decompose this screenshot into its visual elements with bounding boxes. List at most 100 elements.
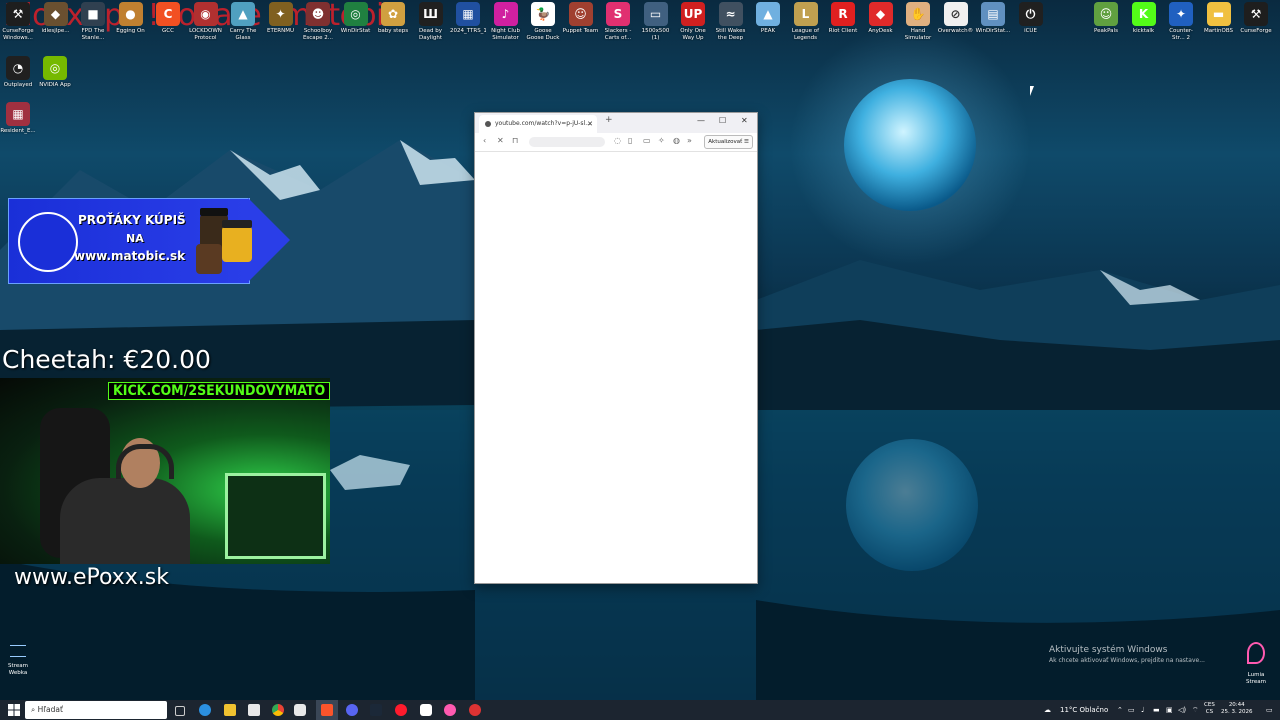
desktop-icon[interactable]: ⊘ Overwatch®: [938, 2, 974, 35]
desktop-icon[interactable]: ▦ 2024_TTRS_1: [450, 2, 486, 35]
tray-overflow-icon[interactable]: ⌃: [1117, 702, 1123, 718]
desktop-icon[interactable]: ⚒ CurseForge: [1238, 2, 1274, 35]
desktop-icon[interactable]: ✿ baby steps: [375, 2, 411, 35]
desktop-icon[interactable]: ♪ Night Club Simulator: [488, 2, 524, 41]
back-icon[interactable]: ‹: [483, 136, 486, 145]
display-icon[interactable]: ▣: [1166, 702, 1173, 718]
leo-icon[interactable]: ✧: [658, 136, 665, 145]
chrome-icon[interactable]: [272, 704, 284, 716]
clock[interactable]: 20:44 25. 3. 2026: [1221, 702, 1253, 716]
app-icon: ◉: [193, 2, 218, 26]
language-indicator[interactable]: CES CS: [1204, 702, 1215, 716]
desktop-icon[interactable]: ◆ AnyDesk: [863, 2, 899, 35]
desktop-icon-row: ⚒ CurseForge Windows... ◆ idlesjlpe... ■ FPD …: [0, 2, 1280, 48]
close-window-button[interactable]: ✕: [741, 116, 748, 125]
desktop-icon-label: AnyDesk: [868, 28, 893, 34]
desktop-icon[interactable]: ◔ Outplayed: [0, 56, 36, 89]
desktop-icon[interactable]: ⚒ CurseForge Windows...: [0, 2, 36, 41]
desktop-icon[interactable]: R Riot Client: [825, 2, 861, 35]
desktop-icon[interactable]: ▲ PEAK: [750, 2, 786, 35]
notepad-icon[interactable]: [294, 704, 306, 716]
app-icon: ✋: [906, 2, 930, 26]
desktop-icon[interactable]: ▬ MartinOBS: [1201, 2, 1237, 35]
desktop-icon-label: WinDirStat...: [975, 28, 1011, 34]
desktop-icon[interactable]: ⏻ iCUE: [1013, 2, 1049, 35]
maximize-button[interactable]: ☐: [719, 116, 726, 125]
notifications-icon[interactable]: ▭: [1266, 702, 1273, 718]
desktop-icon-label: Schoolboy Escape 2...: [302, 28, 334, 41]
more-tools-icon[interactable]: »: [687, 136, 692, 145]
minimize-button[interactable]: —: [697, 116, 705, 125]
extensions-icon[interactable]: ◌: [614, 136, 621, 145]
close-tab-icon[interactable]: ✕: [587, 115, 593, 133]
app-icon: ◎: [343, 2, 368, 26]
desktop-icon-lumia-stream[interactable]: Lumia Stream: [1240, 642, 1272, 686]
desktop-icon[interactable]: ☺ PeakPals: [1088, 2, 1124, 35]
desktop-icon-label: Hand Simulator: [904, 28, 932, 41]
mic-icon[interactable]: ♩: [1141, 702, 1144, 718]
obs-icon[interactable]: [420, 704, 432, 716]
volume-icon[interactable]: ◁): [1178, 702, 1186, 718]
file-explorer-icon[interactable]: [224, 704, 236, 716]
stop-icon[interactable]: ✕: [497, 136, 504, 145]
desktop-icon[interactable]: Ш Dead by Daylight: [413, 2, 449, 41]
desktop-icon-stream-webka[interactable]: Stream Webka: [6, 645, 30, 677]
desktop-icon[interactable]: ◎ WinDirStat: [338, 2, 374, 35]
windows-start-icon[interactable]: [8, 704, 20, 716]
address-bar[interactable]: [529, 137, 605, 147]
desktop-icon[interactable]: ✦ ETERNMU: [263, 2, 299, 35]
desktop-icon[interactable]: ◆ idlesjlpe...: [38, 2, 74, 35]
wifi-icon[interactable]: ⌔: [1192, 702, 1199, 718]
weather-icon[interactable]: ☁: [1044, 702, 1051, 718]
desktop-icon[interactable]: ☺ Puppet Team: [563, 2, 599, 35]
weather-text[interactable]: 11°C Oblačno: [1060, 702, 1108, 718]
desktop-icon[interactable]: ▲ Carry The Glass: [225, 2, 261, 41]
edge-icon[interactable]: [199, 704, 211, 716]
desktop-icon[interactable]: ✦ Counter-Str... 2: [1163, 2, 1199, 41]
desktop-icon[interactable]: ▤ WinDirStat...: [975, 2, 1011, 35]
new-tab-button[interactable]: +: [605, 115, 613, 125]
browser-tab[interactable]: youtube.com/watch?v=p-jU-sl... ✕: [479, 115, 597, 133]
opera-icon[interactable]: [395, 704, 407, 716]
app-icon: ✦: [268, 2, 293, 26]
desktop-icon[interactable]: ✋ Hand Simulator: [900, 2, 936, 41]
desktop-icon-label: Puppet Team: [562, 28, 599, 34]
desktop-icon[interactable]: ◉ LOCKDOWN Protocol: [188, 2, 224, 41]
desktop-icon[interactable]: S Slackers - Carts of...: [600, 2, 636, 41]
store-icon[interactable]: [248, 704, 260, 716]
update-button[interactable]: Aktualizovať ☰: [704, 135, 753, 149]
desktop-icon[interactable]: ☻ Schoolboy Escape 2...: [300, 2, 336, 41]
bookmark-icon[interactable]: ⊓: [512, 136, 518, 145]
desktop-icon[interactable]: ● Egging On: [113, 2, 149, 35]
discord-icon[interactable]: [346, 704, 358, 716]
vpn-icon[interactable]: ◍: [673, 136, 680, 145]
desktop-icon[interactable]: ≈ Still Wakes the Deep: [713, 2, 749, 41]
desktop-icon[interactable]: ■ FPD The Stanle...: [75, 2, 111, 41]
page-content[interactable]: [475, 152, 757, 583]
desktop-icon-label: League of Legends: [791, 28, 820, 41]
banner-line1: PROŤÁKY KÚPIŠ: [78, 213, 186, 227]
desktop-icon[interactable]: C GCC: [150, 2, 186, 35]
desktop-icon[interactable]: ◎ NVIDIA App: [37, 56, 73, 89]
desktop-icon[interactable]: L League of Legends: [788, 2, 824, 41]
brave-icon[interactable]: [321, 704, 333, 716]
sidebar-icon[interactable]: ▯: [628, 136, 632, 145]
app-icon: ▲: [231, 2, 255, 26]
desktop-icon[interactable]: ▦ Resident_E...: [0, 102, 36, 135]
banner-line2: NA: [126, 232, 144, 245]
browser-window[interactable]: youtube.com/watch?v=p-jU-sl... ✕ + — ☐ ✕…: [474, 112, 758, 584]
desktop-icon[interactable]: ▭ 1500x500 (1): [638, 2, 674, 41]
desktop-icon-label: LOCKDOWN Protocol: [189, 28, 222, 41]
network-icon[interactable]: ▭: [1128, 702, 1135, 718]
desktop-icon[interactable]: UP Only One Way Up: [675, 2, 711, 41]
steam-icon[interactable]: [370, 704, 382, 716]
wallet-icon[interactable]: ▭: [643, 136, 651, 145]
battery-icon[interactable]: ▬: [1153, 702, 1160, 718]
desktop-icon[interactable]: 🦆 Goose Goose Duck: [525, 2, 561, 41]
recorder-icon[interactable]: [469, 704, 481, 716]
task-view-icon[interactable]: [175, 706, 185, 716]
lumia-taskbar-icon[interactable]: [444, 704, 456, 716]
taskbar-search[interactable]: ⌕ Hľadať: [25, 701, 167, 719]
app-icon: ☺: [1094, 2, 1118, 26]
desktop-icon[interactable]: Kkicktalk: [1126, 2, 1162, 35]
